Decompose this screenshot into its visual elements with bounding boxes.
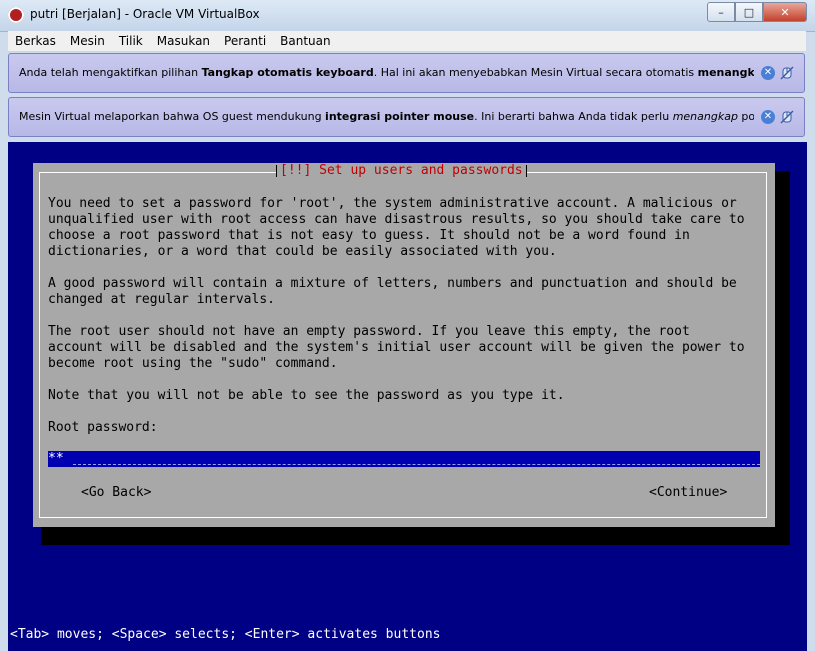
mouse-integration-off-icon[interactable]	[780, 110, 794, 124]
virtualbox-app-icon	[8, 7, 24, 23]
minimize-button[interactable]: –	[707, 2, 735, 22]
notice-text-bold: Tangkap otomatis keyboard	[201, 66, 374, 79]
input-underline	[73, 464, 760, 465]
notice-text-italic: menangkap	[672, 110, 738, 123]
notice-message: Mesin Virtual melaporkan bahwa OS guest …	[19, 110, 754, 123]
password-value: **	[48, 451, 64, 466]
installer-dialog: [!!] Set up users and passwords You need…	[33, 163, 775, 527]
window-controls: – □ ✕	[707, 2, 807, 22]
notice-message: Anda telah mengaktifkan pilihan Tangkap …	[19, 66, 754, 79]
dialog-description: You need to set a password for 'root', t…	[48, 196, 745, 435]
vm-screen[interactable]: [!!] Set up users and passwords You need…	[8, 142, 807, 651]
menu-peranti[interactable]: Peranti	[217, 34, 273, 48]
menu-mesin[interactable]: Mesin	[63, 34, 112, 48]
root-password-input[interactable]: **	[48, 451, 760, 467]
menu-masukan[interactable]: Masukan	[150, 34, 217, 48]
title-bar[interactable]: putri [Berjalan] - Oracle VM VirtualBox …	[0, 0, 815, 32]
mouse-integration-off-icon[interactable]	[780, 66, 794, 80]
notice-text-bold: menangkap	[697, 66, 754, 79]
keyboard-capture-notice: Anda telah mengaktifkan pilihan Tangkap …	[8, 53, 805, 93]
dialog-title: [!!] Set up users and passwords	[276, 163, 527, 179]
mouse-integration-notice: Mesin Virtual melaporkan bahwa OS guest …	[8, 97, 805, 137]
notice-text: . Ini berarti bahwa Anda tidak perlu	[474, 110, 673, 123]
window-title: putri [Berjalan] - Oracle VM VirtualBox	[30, 7, 260, 21]
keyboard-hint: <Tab> moves; <Space> selects; <Enter> ac…	[10, 627, 441, 642]
notice-text-bold: integrasi pointer mouse	[325, 110, 475, 123]
close-notice-icon[interactable]: ✕	[761, 110, 775, 124]
notice-text: pointer mouse untuk	[741, 110, 754, 123]
menu-bantuan[interactable]: Bantuan	[273, 34, 337, 48]
close-button[interactable]: ✕	[763, 2, 807, 22]
maximize-button[interactable]: □	[735, 2, 763, 22]
close-notice-icon[interactable]: ✕	[761, 66, 775, 80]
menu-tilik[interactable]: Tilik	[112, 34, 150, 48]
notice-text: Mesin Virtual melaporkan bahwa OS guest …	[19, 110, 326, 123]
menu-berkas[interactable]: Berkas	[8, 34, 63, 48]
menu-bar: Berkas Mesin Tilik Masukan Peranti Bantu…	[8, 31, 806, 52]
notice-text: Anda telah mengaktifkan pilihan	[19, 66, 202, 79]
continue-button[interactable]: <Continue>	[649, 485, 727, 501]
notice-text: . Hal ini akan menyebabkan Mesin Virtual…	[373, 66, 698, 79]
go-back-button[interactable]: <Go Back>	[81, 485, 151, 501]
